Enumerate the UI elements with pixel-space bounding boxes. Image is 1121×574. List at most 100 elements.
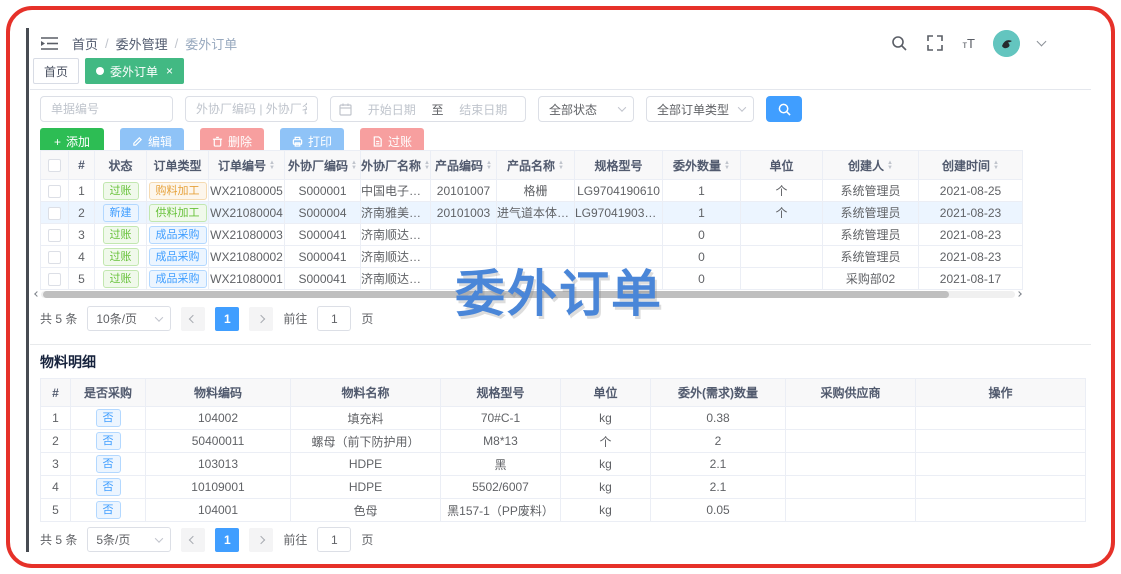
table-row[interactable]: 1 过账 购料加工 WX21080005 S000001 中国电子物资山... … (41, 180, 1023, 202)
purchased-badge: 否 (96, 501, 121, 519)
sort-icon: ▲▼ (887, 161, 893, 171)
next-page-button[interactable] (249, 528, 273, 552)
chevron-down-icon (618, 103, 626, 111)
menu-fold-icon[interactable] (40, 34, 58, 52)
total-count: 共 5 条 (40, 531, 77, 548)
col-unit: 单位 (741, 151, 823, 180)
col-purchased: 是否采购 (71, 379, 146, 407)
col-order-no[interactable]: 订单编号▲▼ (209, 151, 285, 180)
row-checkbox[interactable] (48, 229, 61, 242)
current-page[interactable]: 1 (215, 307, 239, 331)
breadcrumb-separator: / (175, 36, 179, 51)
collapsed-sidebar (26, 28, 29, 552)
chevron-down-icon (155, 534, 163, 542)
page-unit-label: 页 (361, 310, 373, 327)
search-icon[interactable] (890, 34, 908, 52)
order-no-input[interactable] (40, 96, 173, 122)
plus-icon: + (54, 135, 61, 149)
search-button[interactable] (766, 96, 802, 122)
prev-page-button[interactable] (181, 528, 205, 552)
col-product-code[interactable]: 产品编码▲▼ (431, 151, 497, 180)
col-status: 状态 (95, 151, 147, 180)
col-supplier-code[interactable]: 外协厂编码▲▼ (285, 151, 361, 180)
close-icon[interactable]: × (166, 64, 173, 78)
breadcrumb-outsourcing-mgmt[interactable]: 委外管理 (116, 34, 168, 53)
list-item[interactable]: 2 否 50400011 螺母（前下防护用） M8*13 个 2 (41, 430, 1086, 453)
tab-home[interactable]: 首页 (33, 58, 79, 84)
calendar-icon (339, 103, 352, 116)
sort-icon: ▲▼ (724, 161, 730, 171)
breadcrumb: 首页 / 委外管理 / 委外订单 (72, 34, 237, 53)
purchased-badge: 否 (96, 478, 121, 496)
list-item[interactable]: 1 否 104002 填充料 70#C-1 kg 0.38 (41, 407, 1086, 430)
col-index: # (41, 379, 71, 407)
purchased-badge: 否 (96, 409, 121, 427)
materials-header-row: # 是否采购 物料编码 物料名称 规格型号 单位 委外(需求)数量 采购供应商 … (41, 379, 1086, 407)
sort-icon: ▲▼ (351, 161, 357, 171)
date-range-picker[interactable]: 开始日期 至 结束日期 (330, 96, 526, 122)
order-type-select[interactable]: 全部订单类型 (646, 96, 754, 122)
row-checkbox[interactable] (48, 185, 61, 198)
supplier-search-input[interactable] (185, 96, 318, 122)
tabs-divider (30, 89, 1091, 90)
list-item[interactable]: 4 否 10109001 HDPE 5502/6007 kg 2.1 (41, 476, 1086, 499)
topbar: 首页 / 委外管理 / 委外订单 тT (40, 28, 1045, 58)
scroll-left-icon[interactable] (33, 290, 41, 298)
list-item[interactable]: 5 否 104001 色母 黑157-1（PP废料） kg 0.05 (41, 499, 1086, 522)
col-creator[interactable]: 创建人▲▼ (823, 151, 919, 180)
status-badge: 过账 (103, 248, 139, 266)
table-row[interactable]: 3 过账 成品采购 WX21080003 S000041 济南顺达塑业有... … (41, 224, 1023, 246)
scroll-right-icon[interactable] (1015, 290, 1023, 298)
list-item[interactable]: 3 否 103013 HDPE 黑 kg 2.1 (41, 453, 1086, 476)
fullscreen-icon[interactable] (926, 34, 944, 52)
col-demand-qty: 委外(需求)数量 (651, 379, 786, 407)
font-size-icon[interactable]: тT (962, 36, 975, 51)
row-checkbox[interactable] (48, 273, 61, 286)
active-dot (96, 67, 104, 75)
start-date-placeholder[interactable]: 开始日期 (358, 101, 426, 118)
page-size-select[interactable]: 5条/页 (87, 527, 171, 552)
status-select-value: 全部状态 (549, 101, 597, 118)
col-actions: 操作 (916, 379, 1086, 407)
status-select[interactable]: 全部状态 (538, 96, 634, 122)
row-checkbox[interactable] (48, 207, 61, 220)
end-date-placeholder[interactable]: 结束日期 (450, 101, 518, 118)
document-icon (372, 136, 383, 147)
avatar[interactable] (993, 30, 1020, 57)
tab-outsourcing-orders[interactable]: 委外订单 × (85, 58, 184, 84)
next-page-button[interactable] (249, 307, 273, 331)
orders-header-row: # 状态 订单类型 订单编号▲▼ 外协厂编码▲▼ 外协厂名称▲▼ 产品编码▲▼ … (41, 151, 1023, 180)
orders-pagination: 共 5 条 10条/页 1 前往 页 (40, 306, 373, 331)
goto-label: 前往 (283, 310, 307, 327)
tab-home-label: 首页 (44, 63, 68, 80)
page-size-select[interactable]: 10条/页 (87, 306, 171, 331)
col-qty[interactable]: 委外数量▲▼ (663, 151, 741, 180)
select-all-checkbox[interactable] (48, 159, 61, 172)
chevron-down-icon (155, 313, 163, 321)
col-unit: 单位 (561, 379, 651, 407)
materials-section-title: 物料明细 (40, 352, 96, 372)
purchased-badge: 否 (96, 432, 121, 450)
goto-page-input[interactable] (317, 527, 351, 552)
col-supplier-name[interactable]: 外协厂名称▲▼ (361, 151, 431, 180)
trash-icon (212, 136, 223, 147)
materials-pagination: 共 5 条 5条/页 1 前往 页 (40, 527, 373, 552)
col-material-name: 物料名称 (291, 379, 441, 407)
col-created-at[interactable]: 创建时间▲▼ (919, 151, 1023, 180)
prev-page-button[interactable] (181, 307, 205, 331)
page-unit-label: 页 (361, 531, 373, 548)
order-type-select-value: 全部订单类型 (657, 101, 729, 118)
sort-icon: ▲▼ (486, 161, 492, 171)
breadcrumb-home[interactable]: 首页 (72, 34, 98, 53)
goto-page-input[interactable] (317, 306, 351, 331)
chevron-down-icon[interactable] (1037, 37, 1047, 47)
total-count: 共 5 条 (40, 310, 77, 327)
current-page[interactable]: 1 (215, 528, 239, 552)
status-badge: 过账 (103, 226, 139, 244)
purchased-badge: 否 (96, 455, 121, 473)
table-row[interactable]: 2 新建 供料加工 WX21080004 S000004 济南雅美印刷厂 201… (41, 202, 1023, 224)
date-separator: 至 (432, 101, 444, 118)
col-order-type: 订单类型 (147, 151, 209, 180)
row-checkbox[interactable] (48, 251, 61, 264)
col-product-name[interactable]: 产品名称▲▼ (497, 151, 575, 180)
